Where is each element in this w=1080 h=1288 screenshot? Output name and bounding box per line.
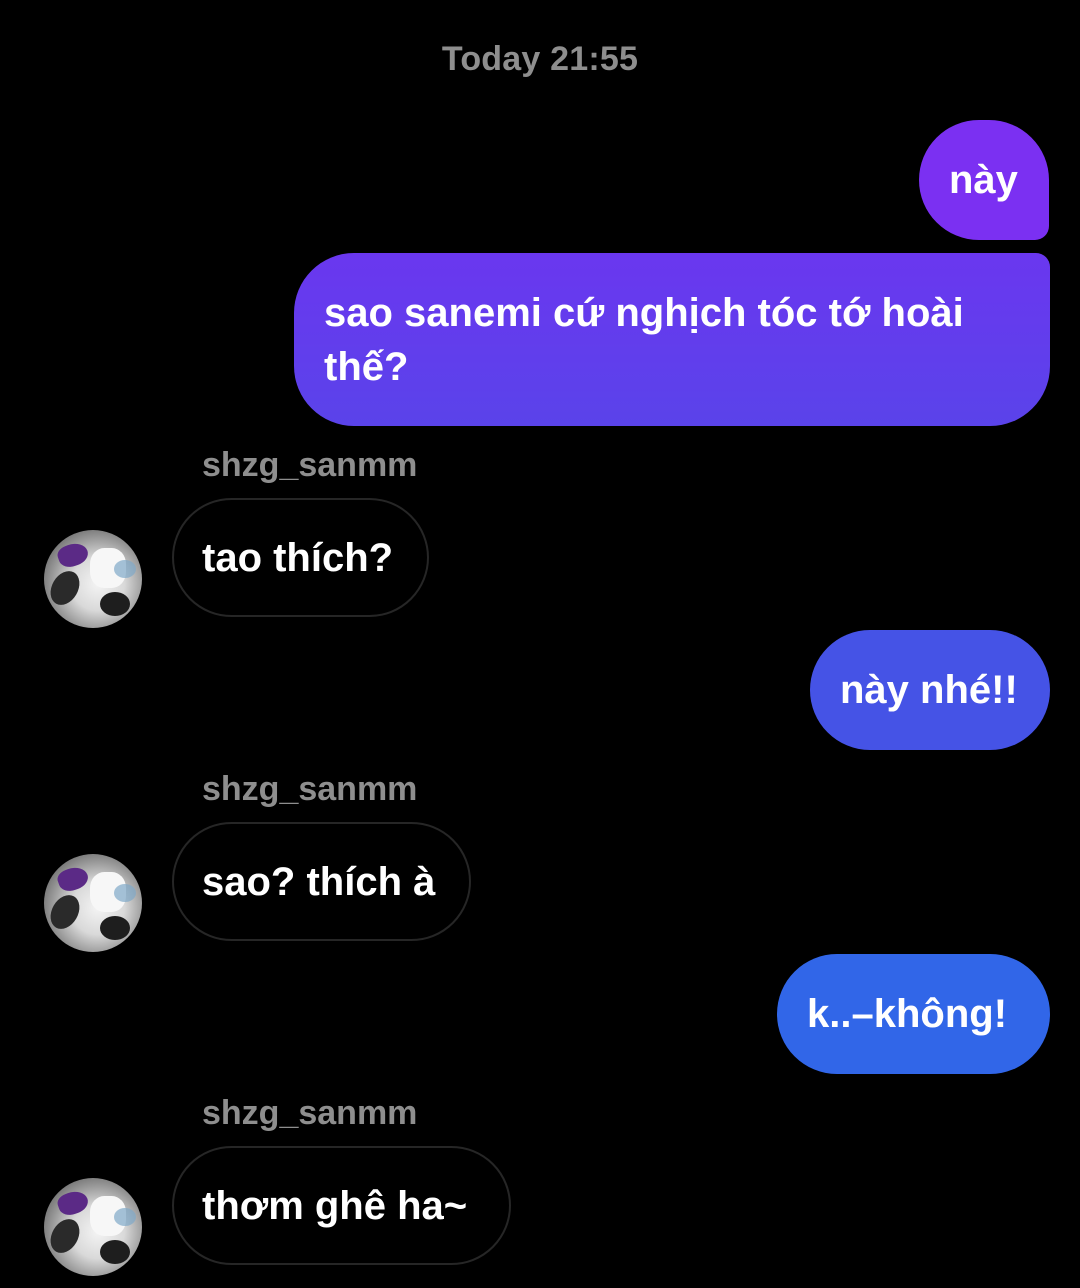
outgoing-message-bubble[interactable]: sao sanemi cứ nghịch tóc tớ hoài thế? [294,253,1050,426]
sender-name: shzg_sanmm [202,446,418,484]
message-text: k..–không! [807,992,1008,1036]
sender-name: shzg_sanmm [202,1094,418,1132]
sender-avatar[interactable] [44,1178,142,1276]
sender-name: shzg_sanmm [202,770,418,808]
outgoing-message-bubble[interactable]: này [919,120,1049,240]
message-text: sao sanemi cứ nghịch tóc tớ hoài thế? [324,290,964,389]
message-text: này [949,158,1018,202]
incoming-message-bubble[interactable]: tao thích? [172,498,429,617]
message-text: sao? thích à [202,859,436,904]
incoming-message-bubble[interactable]: thơm ghê ha~ [172,1146,511,1265]
message-text: tao thích? [202,535,394,580]
sender-avatar[interactable] [44,530,142,628]
outgoing-message-bubble[interactable]: này nhé!! [810,630,1050,750]
message-text: thơm ghê ha~ [202,1183,468,1228]
outgoing-message-bubble[interactable]: k..–không! [777,954,1050,1074]
message-timestamp: Today 21:55 [441,40,639,78]
sender-avatar[interactable] [44,854,142,952]
message-text: này nhé!! [840,668,1018,712]
incoming-message-bubble[interactable]: sao? thích à [172,822,471,941]
